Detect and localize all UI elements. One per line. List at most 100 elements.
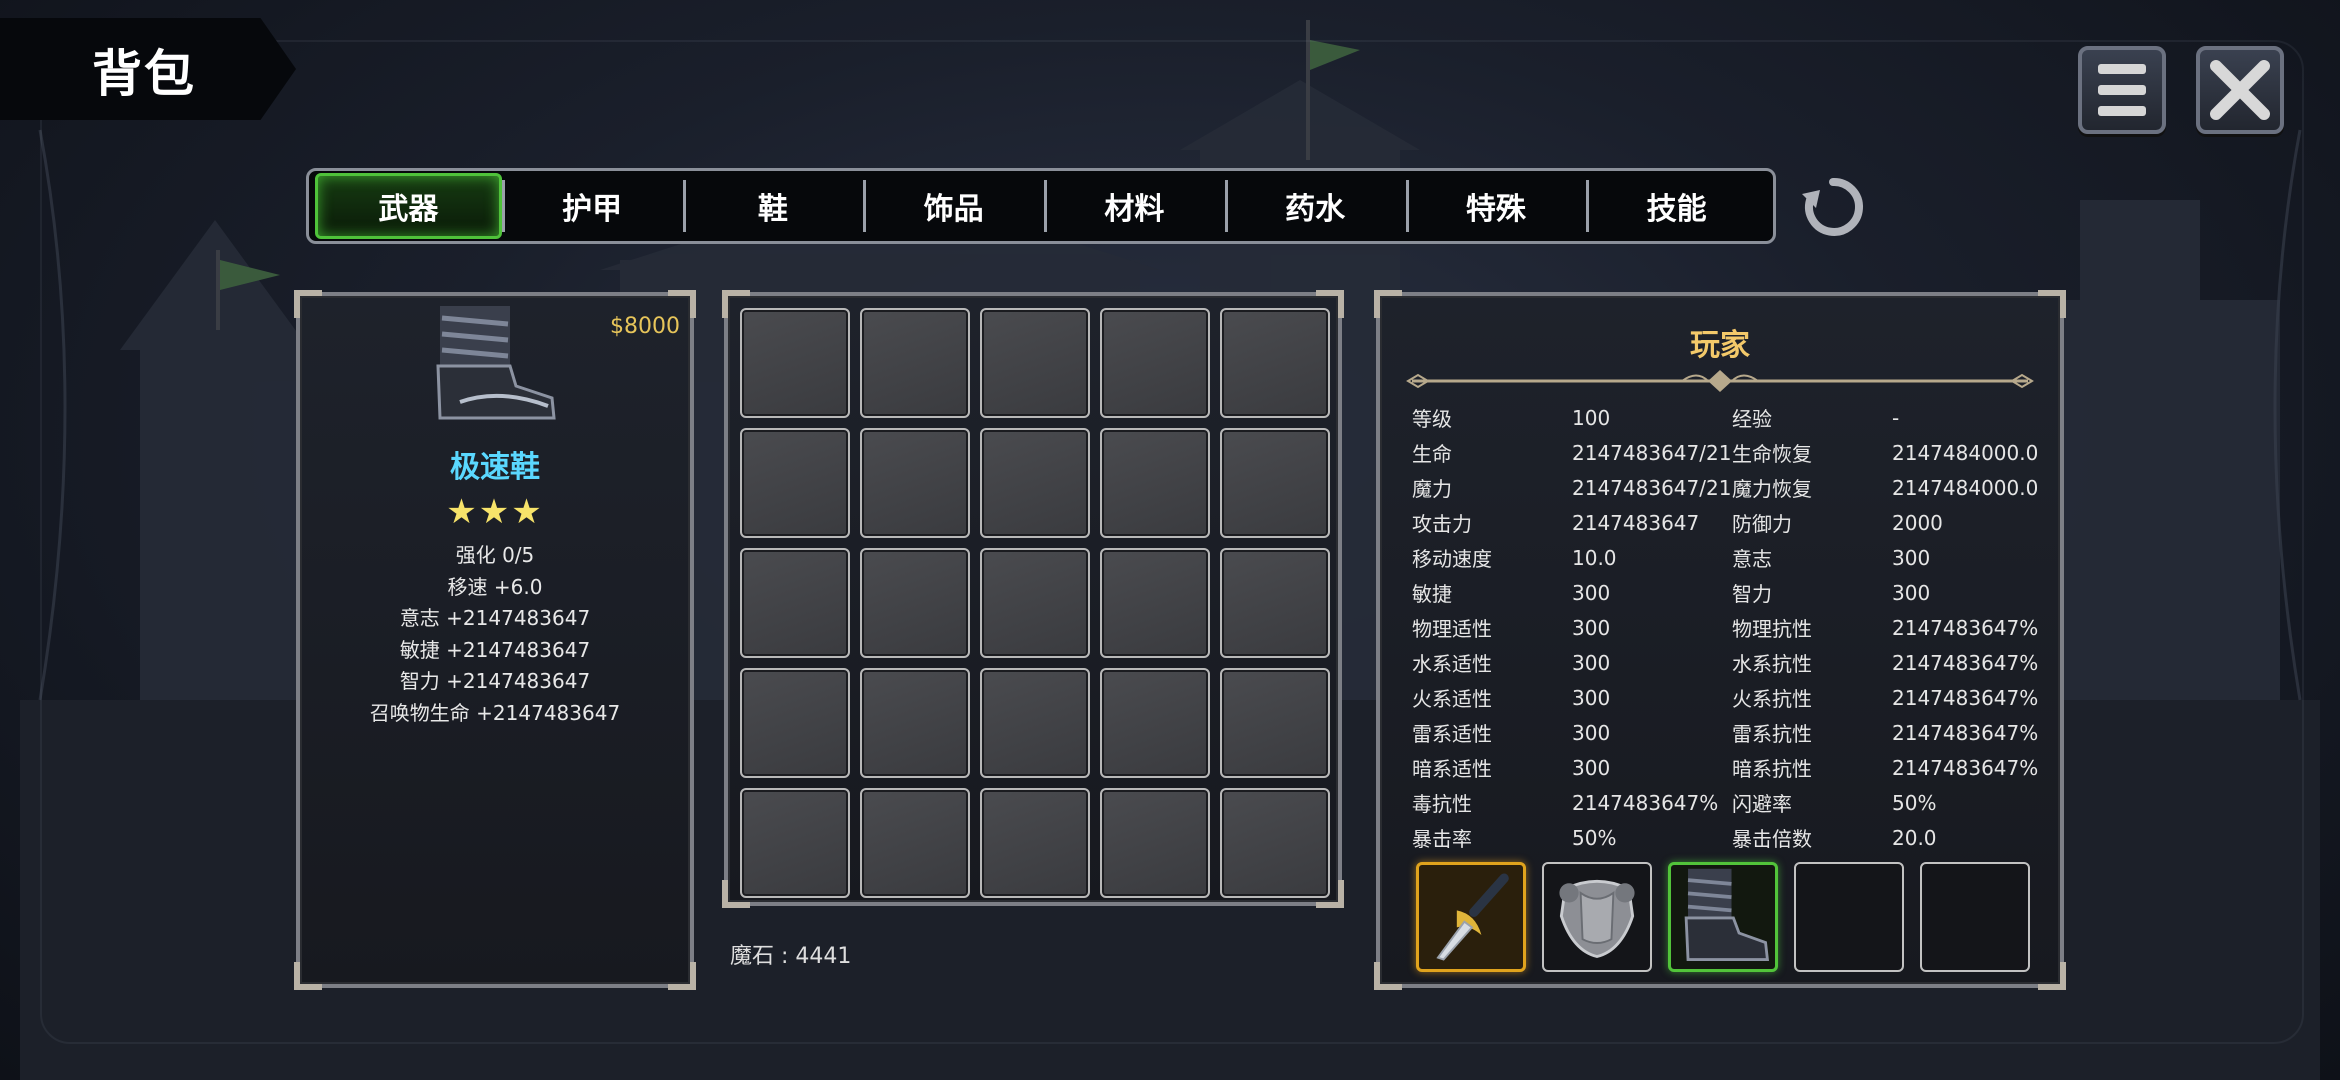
stat-label: 移动速度 [1412, 547, 1492, 571]
tab-accessories[interactable]: 饰品 [863, 176, 1044, 236]
inventory-slot[interactable] [1220, 668, 1330, 778]
inventory-slot[interactable] [1220, 548, 1330, 658]
tab-materials[interactable]: 材料 [1044, 176, 1225, 236]
stat-value: 300 [1892, 545, 1931, 570]
item-stars: ★★★ [446, 492, 544, 532]
stat-value: 50% [1892, 790, 1937, 815]
stat-row: 攻击力 2147483647 防御力 2000 [1412, 505, 2052, 540]
stat-value: 2147483647% [1892, 720, 2039, 745]
tab-potions[interactable]: 药水 [1224, 176, 1406, 236]
stat-value: 2147483647% [1892, 615, 2039, 640]
menu-button[interactable] [2078, 46, 2166, 134]
stat-row: 雷系适性 300 雷系抗性 2147483647% [1412, 715, 2052, 750]
close-button[interactable] [2196, 46, 2284, 134]
stat-value: 300 [1572, 720, 1611, 745]
tab-shoes[interactable]: 鞋 [682, 176, 864, 236]
stat-label: 暗系适性 [1412, 757, 1492, 781]
category-tabbar: 武器 护甲 鞋 饰品 材料 药水 特殊 技能 [306, 168, 1776, 244]
inventory-slot[interactable] [740, 668, 850, 778]
tab-special[interactable]: 特殊 [1405, 176, 1587, 236]
inventory-slot[interactable] [860, 308, 970, 418]
stat-label: 魔力恢复 [1732, 477, 1812, 501]
stat-label: 攻击力 [1412, 512, 1472, 536]
inventory-slot[interactable] [740, 428, 850, 538]
inventory-slot[interactable] [980, 548, 1090, 658]
inventory-slot[interactable] [740, 548, 850, 658]
stat-row: 水系适性 300 水系抗性 2147483647% [1412, 645, 2052, 680]
inventory-grid [740, 308, 1330, 898]
stat-label: 雷系适性 [1412, 722, 1492, 746]
equip-slot-empty[interactable] [1920, 862, 2030, 972]
inventory-slot[interactable] [1220, 428, 1330, 538]
equip-slot-weapon[interactable] [1416, 862, 1526, 972]
equip-slot-armor[interactable] [1542, 862, 1652, 972]
inventory-slot[interactable] [1100, 788, 1210, 898]
stat-label: 意志 [1732, 547, 1772, 571]
stat-row: 毒抗性 2147483647% 闪避率 50% [1412, 785, 2052, 820]
stat-label: 火系适性 [1412, 687, 1492, 711]
ornament-divider [1406, 370, 2034, 392]
item-stat-line: 强化 0/5 [455, 543, 535, 567]
boot-icon [1684, 868, 1770, 961]
equip-slot-boots[interactable] [1668, 862, 1778, 972]
page-title: 背包 [92, 45, 196, 103]
equip-slot-empty[interactable] [1794, 862, 1904, 972]
inventory-slot[interactable] [980, 308, 1090, 418]
inventory-slot[interactable] [980, 668, 1090, 778]
item-stat-line: 智力 +2147483647 [399, 669, 591, 693]
tab-skills[interactable]: 技能 [1586, 176, 1767, 236]
stat-value: 100 [1572, 405, 1611, 430]
stat-value: 300 [1572, 580, 1611, 605]
stat-label: 敏捷 [1412, 582, 1452, 606]
stat-value: 2000 [1892, 510, 1943, 535]
refresh-icon[interactable] [1798, 172, 1868, 242]
equipment-row [1416, 862, 2030, 972]
inventory-slot[interactable] [1100, 548, 1210, 658]
stat-value: 300 [1572, 685, 1611, 710]
inventory-slot[interactable] [740, 308, 850, 418]
item-price: $8000 [610, 314, 680, 339]
item-stat-line: 移速 +6.0 [447, 574, 543, 599]
inventory-slot[interactable] [980, 428, 1090, 538]
armor-icon [1559, 879, 1635, 958]
stat-row: 暗系适性 300 暗系抗性 2147483647% [1412, 750, 2052, 785]
item-stat-line: 意志 +2147483647 [399, 606, 591, 630]
stat-label: 智力 [1732, 582, 1772, 606]
stat-value: 2147483647% [1892, 650, 2039, 675]
stat-value: 300 [1572, 615, 1611, 640]
inventory-slot[interactable] [1220, 788, 1330, 898]
inventory-slot[interactable] [740, 788, 850, 898]
stat-label: 暗系抗性 [1732, 757, 1812, 781]
stat-value: 2147483647% [1892, 685, 2039, 710]
stat-row: 敏捷 300 智力 300 [1412, 575, 2052, 610]
inventory-slot[interactable] [1220, 308, 1330, 418]
stat-label: 水系适性 [1412, 652, 1492, 676]
tab-armor[interactable]: 护甲 [501, 176, 683, 236]
stat-label: 物理抗性 [1732, 617, 1812, 641]
boot-icon [436, 306, 556, 420]
inventory-slot[interactable] [860, 548, 970, 658]
stat-value: 20.0 [1892, 825, 1937, 850]
inventory-slot[interactable] [860, 668, 970, 778]
stat-value: 300 [1892, 580, 1931, 605]
stat-value: 2147484000.0 [1892, 475, 2039, 500]
inventory-slot[interactable] [980, 788, 1090, 898]
inventory-slot[interactable] [1100, 308, 1210, 418]
inventory-slot[interactable] [1100, 668, 1210, 778]
item-detail-panel: $8000 极速鞋 ★★★ 强化 0/5 移速 +6.0 意志 +2147483… [294, 290, 696, 990]
stat-label: 暴击率 [1412, 827, 1472, 851]
inventory-slot[interactable] [860, 428, 970, 538]
inventory-slot[interactable] [860, 788, 970, 898]
stat-row: 移动速度 10.0 意志 300 [1412, 540, 2052, 575]
stat-label: 经验 [1732, 407, 1772, 431]
stat-label: 防御力 [1732, 512, 1792, 536]
close-icon [2210, 60, 2270, 120]
stat-label: 火系抗性 [1732, 687, 1812, 711]
stat-row: 暴击率 50% 暴击倍数 20.0 [1412, 820, 2052, 855]
tab-weapons[interactable]: 武器 [315, 173, 502, 239]
stat-label: 物理适性 [1412, 617, 1492, 641]
stat-value: 10.0 [1572, 545, 1617, 570]
sword-icon [1436, 873, 1509, 961]
inventory-slot[interactable] [1100, 428, 1210, 538]
stat-label: 生命恢复 [1732, 442, 1812, 466]
